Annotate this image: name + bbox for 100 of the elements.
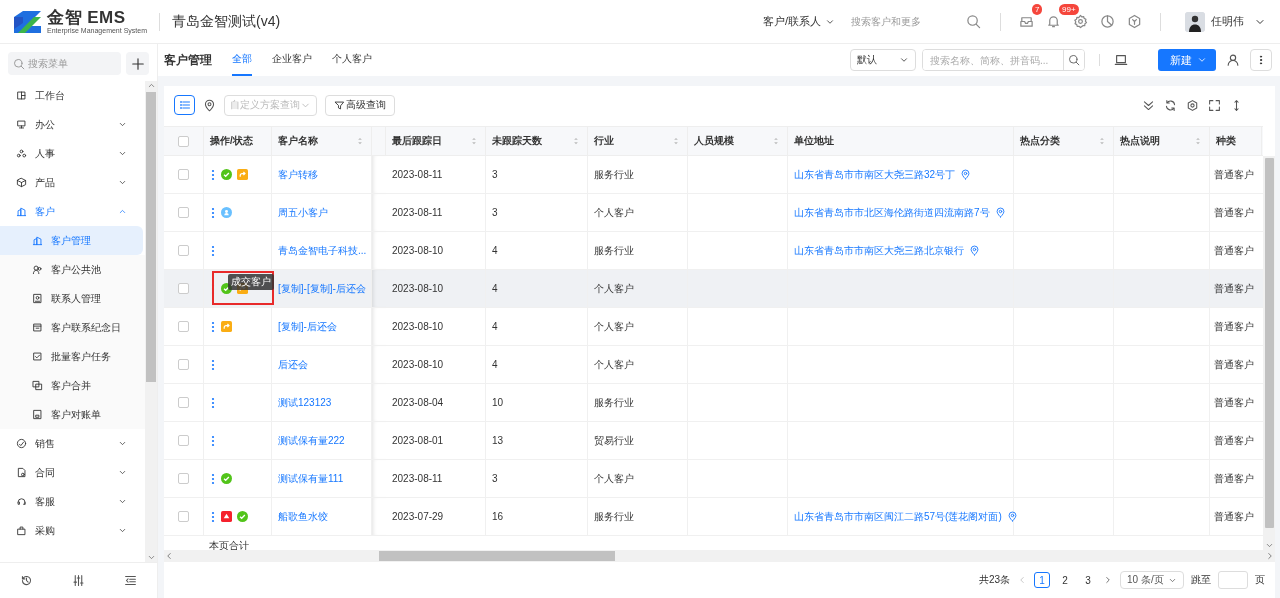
search-scope-dropdown[interactable]: 客户/联系人: [762, 14, 835, 29]
address-link[interactable]: 山东省青岛市市南区大尧三路北京银行: [794, 243, 980, 258]
menu-item[interactable]: 客服: [0, 487, 145, 516]
tab[interactable]: 企业客户: [272, 44, 312, 76]
select-all-checkbox[interactable]: [178, 135, 189, 147]
customer-name-link[interactable]: 后还会: [278, 357, 308, 372]
share-arrow-icon: [237, 169, 248, 180]
map-view-button[interactable]: [203, 98, 216, 112]
customer-search-field[interactable]: 搜索名称、简称、拼音码...: [922, 49, 1085, 71]
menu-item[interactable]: 采购: [0, 516, 145, 545]
notification-button[interactable]: [1046, 14, 1061, 29]
address-link[interactable]: 山东省青岛市市南区大尧三路32号丁: [794, 167, 972, 182]
history-button[interactable]: [19, 574, 33, 587]
submenu-item[interactable]: 批量客户任务: [0, 342, 145, 371]
menu-search-field[interactable]: 搜索菜单: [8, 52, 121, 75]
display-button[interactable]: [1114, 53, 1128, 67]
table-cell: 服务行业: [594, 395, 634, 410]
sort-select[interactable]: 默认: [850, 49, 916, 71]
fullscreen-button[interactable]: [1208, 98, 1221, 112]
customer-name-link[interactable]: 青岛金智电子科技...: [278, 243, 367, 258]
column-header[interactable]: 人员规模: [688, 127, 788, 155]
row-checkbox[interactable]: [178, 283, 189, 294]
user-name[interactable]: 任明伟: [1211, 14, 1244, 29]
customer-name-link[interactable]: [复制]-[复制]-后还会: [278, 281, 366, 296]
row-checkbox[interactable]: [178, 169, 189, 180]
tab[interactable]: 全部: [232, 44, 252, 76]
submenu-item[interactable]: 客户合并: [0, 371, 145, 400]
customer-name-link[interactable]: 测试保有量111: [278, 471, 344, 486]
column-header[interactable]: 未跟踪天数: [486, 127, 588, 155]
report-button[interactable]: [1100, 14, 1115, 29]
row-checkbox[interactable]: [178, 435, 189, 446]
row-checkbox[interactable]: [178, 511, 189, 522]
submenu-item[interactable]: 客户联系纪念日: [0, 313, 145, 342]
row-actions-button[interactable]: [210, 206, 216, 219]
row-checkbox[interactable]: [178, 321, 189, 332]
column-header[interactable]: 热点分类: [1014, 127, 1114, 155]
message-button[interactable]: [1019, 14, 1034, 29]
collapse-menu-button[interactable]: [124, 574, 138, 587]
column-header[interactable]: 热点说明: [1114, 127, 1210, 155]
list-view-button[interactable]: [174, 95, 195, 115]
next-page-button[interactable]: [1103, 575, 1113, 585]
menu-item[interactable]: 客户: [0, 197, 145, 226]
row-actions-button[interactable]: [210, 396, 216, 409]
settings-button[interactable]: [1186, 98, 1199, 112]
page-button[interactable]: 1: [1034, 572, 1050, 588]
menu-item[interactable]: 合同: [0, 458, 145, 487]
menu-item[interactable]: 销售: [0, 429, 145, 458]
row-checkbox[interactable]: [178, 359, 189, 370]
column-header[interactable]: 行业: [588, 127, 688, 155]
row-actions-button[interactable]: [210, 510, 216, 523]
customer-name-link[interactable]: 测试123123: [278, 395, 332, 410]
submenu-item[interactable]: 联系人管理: [0, 284, 145, 313]
table-cell: 2023-07-29: [392, 511, 444, 522]
row-actions-button[interactable]: [210, 244, 216, 257]
column-header[interactable]: 最后跟踪日: [386, 127, 486, 155]
tab[interactable]: 个人客户: [332, 44, 372, 76]
menu-item[interactable]: 工作台: [0, 81, 145, 110]
row-actions-button[interactable]: [210, 320, 216, 333]
row-actions-button[interactable]: [210, 472, 216, 485]
address-link[interactable]: 山东省青岛市市南区闽江二路57号(莲花阁对面): [794, 509, 1018, 524]
user-button[interactable]: [1226, 53, 1240, 67]
advanced-search-button[interactable]: 高级查询: [325, 94, 395, 116]
app-button[interactable]: [1127, 14, 1142, 29]
row-checkbox[interactable]: [178, 207, 189, 218]
add-button[interactable]: [126, 52, 149, 75]
address-link[interactable]: 山东省青岛市市北区海伦路街道四流南路7号: [794, 205, 1006, 220]
scrollbar[interactable]: [145, 81, 157, 562]
menu-item[interactable]: 产品: [0, 168, 145, 197]
page-size-select[interactable]: 10 条/页: [1120, 571, 1184, 589]
row-checkbox[interactable]: [178, 397, 189, 408]
menu-item[interactable]: 办公: [0, 110, 145, 139]
menu-icon: [16, 438, 27, 449]
menu-item[interactable]: 人事: [0, 139, 145, 168]
user-avatar[interactable]: [1185, 11, 1205, 32]
page-jump-field[interactable]: [1218, 571, 1248, 589]
settings-button[interactable]: [1073, 14, 1088, 29]
row-actions-button[interactable]: [210, 434, 216, 447]
customer-name-link[interactable]: [复制]-后还会: [278, 319, 337, 334]
page-button[interactable]: 2: [1057, 572, 1073, 588]
customer-name-link[interactable]: 测试保有量222: [278, 433, 345, 448]
row-checkbox[interactable]: [178, 245, 189, 256]
customer-name-link[interactable]: 周五小客户: [278, 205, 328, 220]
expand-button[interactable]: [1142, 98, 1155, 112]
row-actions-button[interactable]: [210, 168, 216, 181]
table-cell: 普通客户: [1214, 281, 1254, 296]
row-checkbox[interactable]: [178, 473, 189, 484]
row-actions-button[interactable]: [210, 358, 216, 371]
filter-settings-button[interactable]: [72, 574, 85, 587]
refresh-button[interactable]: [1164, 98, 1177, 112]
column-header[interactable]: 客户名称: [272, 127, 372, 155]
submenu-item[interactable]: 客户管理: [0, 226, 143, 255]
scrollbar[interactable]: [1263, 156, 1275, 550]
customer-name-link[interactable]: 船歌鱼水饺: [278, 509, 328, 524]
submenu-item[interactable]: 客户公共池: [0, 255, 145, 284]
new-button[interactable]: 新建: [1158, 49, 1216, 71]
submenu-item[interactable]: 客户对账单: [0, 400, 145, 429]
customer-name-link[interactable]: 客户转移: [278, 167, 318, 182]
more-button[interactable]: [1250, 49, 1272, 71]
page-button[interactable]: 3: [1080, 572, 1096, 588]
scrollbar[interactable]: [164, 550, 1275, 562]
